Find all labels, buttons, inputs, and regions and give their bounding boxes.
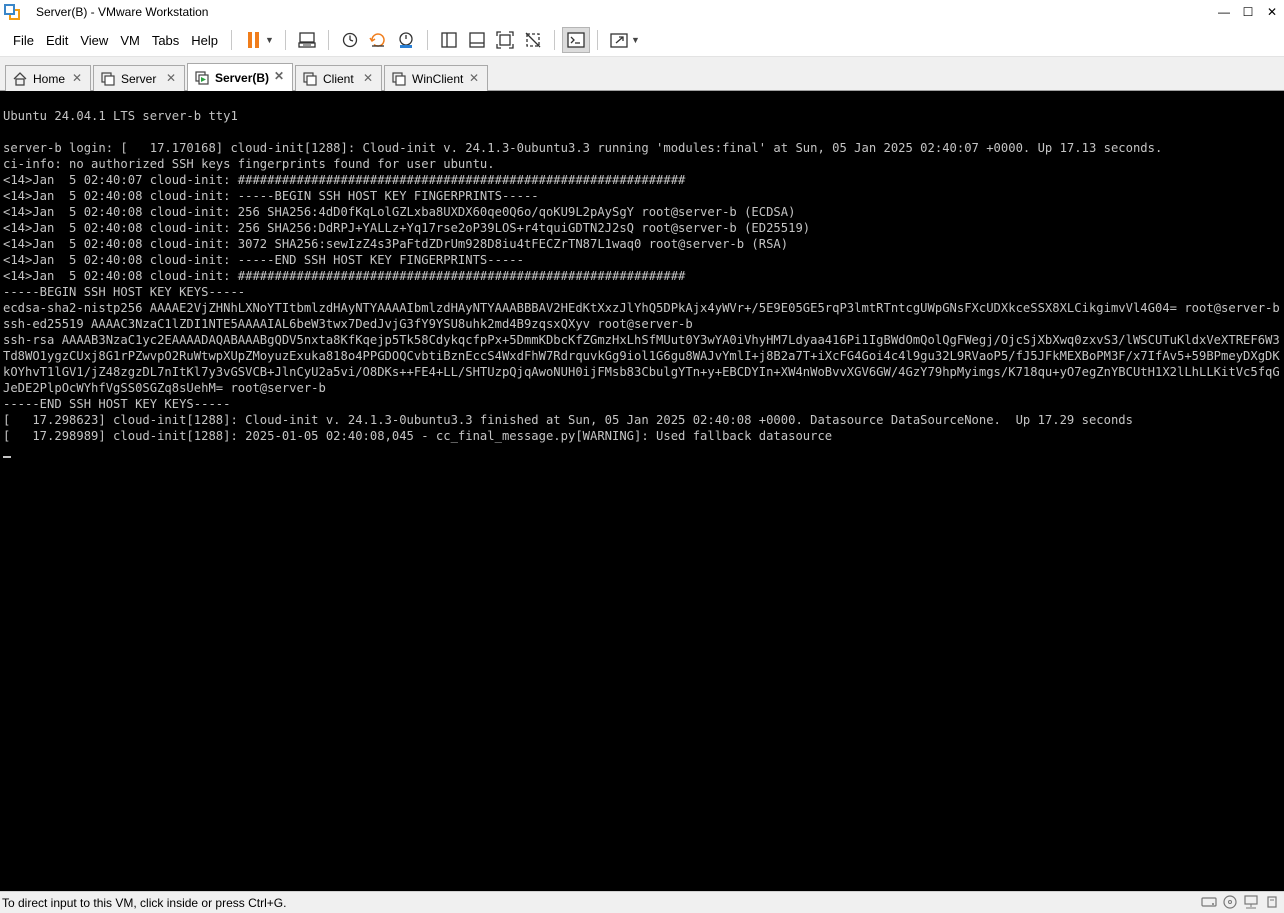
toolbar-separator	[426, 30, 428, 50]
snapshot-icon	[342, 32, 358, 48]
console-view-button[interactable]	[561, 27, 590, 53]
console-line: -----BEGIN SSH HOST KEY KEYS-----	[3, 285, 246, 299]
vm-icon	[100, 71, 116, 87]
console-line: ssh-ed25519 AAAAC3NzaC1lZDI1NTE5AAAAIAL6…	[3, 317, 693, 331]
console-line: <14>Jan 5 02:40:08 cloud-init: 3072 SHA2…	[3, 237, 789, 251]
tab-client[interactable]: Client ✕	[295, 65, 382, 91]
console-line: [ 17.298989] cloud-init[1288]: 2025-01-0…	[3, 429, 833, 443]
unity-button[interactable]	[519, 27, 547, 53]
tab-server-b[interactable]: Server(B) ✕	[187, 63, 293, 91]
console-output: Ubuntu 24.04.1 LTS server-b tty1 server-…	[0, 91, 1283, 460]
console-line: ssh-rsa AAAAB3NzaC1yc2EAAAADAQABAAABgQDV…	[3, 333, 1280, 395]
tab-server[interactable]: Server ✕	[93, 65, 185, 91]
snapshot-manager-button[interactable]	[392, 27, 420, 53]
pause-button[interactable]	[239, 27, 267, 53]
status-message: To direct input to this VM, click inside…	[2, 895, 287, 910]
tab-bar: Home ✕ Server ✕ Server(B) ✕ Client ✕ Win…	[0, 57, 1284, 91]
full-screen-button[interactable]	[491, 27, 519, 53]
toolbar-separator	[327, 30, 329, 50]
menu-help[interactable]: Help	[185, 33, 224, 48]
toolbar-separator	[284, 30, 286, 50]
console-line: <14>Jan 5 02:40:07 cloud-init: #########…	[3, 173, 686, 187]
send-ctrl-alt-del-icon	[298, 32, 316, 48]
network-icon[interactable]	[1243, 894, 1259, 910]
menu-vm[interactable]: VM	[114, 33, 146, 48]
status-bar: To direct input to this VM, click inside…	[0, 891, 1284, 913]
tab-label: Client	[323, 71, 354, 86]
power-dropdown-icon[interactable]: ▼	[265, 35, 274, 45]
console-line: <14>Jan 5 02:40:08 cloud-init: -----BEGI…	[3, 189, 539, 203]
menu-view[interactable]: View	[74, 33, 114, 48]
take-snapshot-button[interactable]	[336, 27, 364, 53]
vmware-logo-icon	[4, 4, 20, 20]
close-button[interactable]: ✕	[1260, 0, 1284, 24]
console-line: server-b login: [ 17.170168] cloud-init[…	[3, 141, 1163, 155]
revert-snapshot-icon	[369, 33, 385, 47]
console-line: <14>Jan 5 02:40:08 cloud-init: -----END …	[3, 253, 524, 267]
window-title: Server(B) - VMware Workstation	[36, 5, 209, 19]
vm-console[interactable]: Ubuntu 24.04.1 LTS server-b tty1 server-…	[0, 91, 1284, 891]
pause-icon	[247, 32, 259, 48]
vm-icon	[302, 71, 318, 87]
thumbnail-icon	[469, 32, 485, 48]
library-icon	[441, 32, 457, 48]
fullscreen-icon	[496, 31, 514, 49]
usb-icon[interactable]	[1264, 894, 1280, 910]
snapshot-manager-icon	[399, 32, 413, 48]
unity-icon	[525, 32, 541, 48]
home-icon	[12, 71, 28, 87]
console-line: <14>Jan 5 02:40:08 cloud-init: 256 SHA25…	[3, 205, 796, 219]
thumbnail-bar-button[interactable]	[463, 27, 491, 53]
tab-label: WinClient	[412, 71, 464, 86]
menu-file[interactable]: File	[7, 33, 40, 48]
vm-icon	[391, 71, 407, 87]
tab-close-icon[interactable]: ✕	[166, 71, 176, 85]
console-line: Ubuntu 24.04.1 LTS server-b tty1	[3, 109, 238, 123]
console-line: <14>Jan 5 02:40:08 cloud-init: 256 SHA25…	[3, 221, 811, 235]
console-view-icon	[567, 32, 585, 48]
toolbar-separator	[596, 30, 598, 50]
minimize-button[interactable]: —	[1212, 0, 1236, 24]
send-ctrl-alt-del-button[interactable]	[293, 27, 321, 53]
console-line: [ 17.298623] cloud-init[1288]: Cloud-ini…	[3, 413, 1133, 427]
console-line: <14>Jan 5 02:40:08 cloud-init: #########…	[3, 269, 686, 283]
tab-label: Server	[121, 71, 157, 86]
cd-icon[interactable]	[1222, 894, 1238, 910]
tab-close-icon[interactable]: ✕	[274, 69, 284, 83]
text-cursor	[3, 456, 11, 458]
show-library-button[interactable]	[435, 27, 463, 53]
vm-running-icon	[194, 70, 210, 86]
menu-bar: File Edit View VM Tabs Help ▼ ▼	[0, 24, 1284, 57]
stretch-icon	[610, 33, 628, 48]
console-line: ecdsa-sha2-nistp256 AAAAE2VjZHNhLXNoYTIt…	[3, 301, 1280, 315]
toolbar-separator	[231, 30, 233, 50]
toolbar-separator	[553, 30, 555, 50]
tab-home[interactable]: Home ✕	[5, 65, 91, 91]
title-bar: Server(B) - VMware Workstation — ☐ ✕	[0, 0, 1284, 24]
tab-close-icon[interactable]: ✕	[72, 71, 82, 85]
stretch-guest-button[interactable]	[605, 27, 633, 53]
tab-close-icon[interactable]: ✕	[469, 71, 479, 85]
hard-disk-icon[interactable]	[1201, 894, 1217, 910]
menu-tabs[interactable]: Tabs	[146, 33, 185, 48]
console-line: ci-info: no authorized SSH keys fingerpr…	[3, 157, 495, 171]
menu-edit[interactable]: Edit	[40, 33, 74, 48]
tab-winclient[interactable]: WinClient ✕	[384, 65, 488, 91]
maximize-button[interactable]: ☐	[1236, 0, 1260, 24]
console-line: -----END SSH HOST KEY KEYS-----	[3, 397, 231, 411]
stretch-dropdown-icon[interactable]: ▼	[631, 35, 640, 45]
revert-snapshot-button[interactable]	[364, 27, 392, 53]
tab-label: Server(B)	[215, 70, 270, 85]
tab-label: Home	[33, 71, 66, 86]
tab-close-icon[interactable]: ✕	[363, 71, 373, 85]
